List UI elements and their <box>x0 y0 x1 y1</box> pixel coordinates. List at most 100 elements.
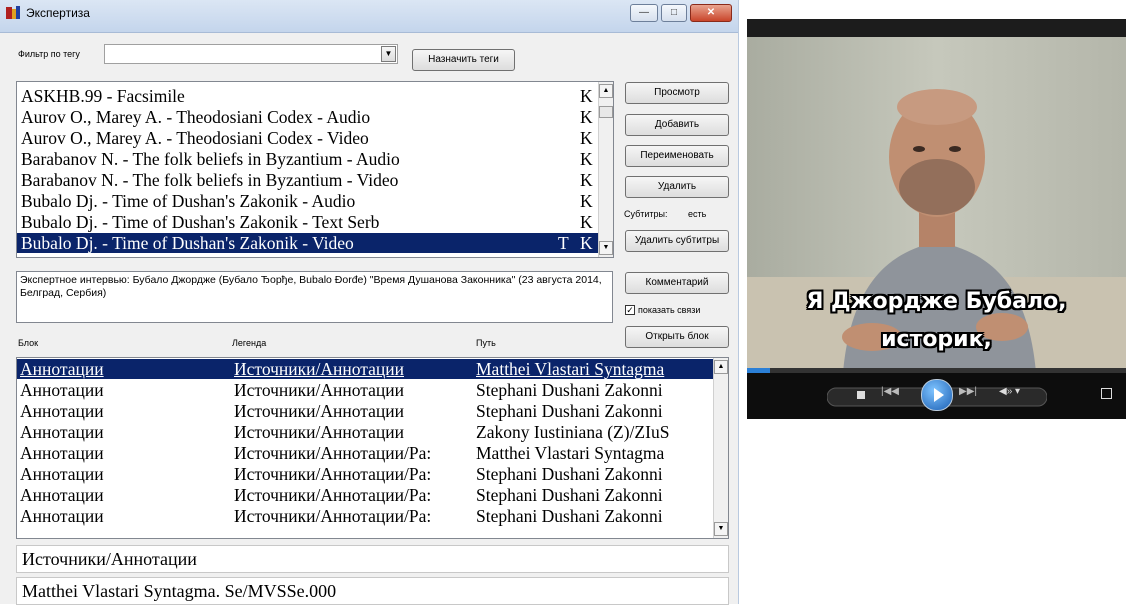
filter-label: Фильтр по тегу <box>18 49 80 59</box>
material-flag-k: K <box>580 107 593 127</box>
material-flag-k: K <box>580 149 593 169</box>
cell-legend: Источники/Аннотации/Ра: <box>234 506 432 526</box>
cell-block: Аннотации <box>20 443 104 463</box>
materials-scrollbar[interactable]: ▲ ▼ <box>598 82 613 257</box>
column-header-legend[interactable]: Легенда <box>232 338 266 348</box>
cell-path: Matthei Vlastari Syntagma <box>476 359 665 379</box>
list-item[interactable]: Aurov O., Marey A. - Theodosiani Codex -… <box>17 128 613 148</box>
next-icon[interactable]: ▶▶| <box>959 386 977 397</box>
scroll-up-icon[interactable]: ▲ <box>714 360 728 374</box>
player-controls: |◀◀ ▶▶| ◀» ▾ <box>747 368 1126 419</box>
material-name: ASKHB.99 - Facsimile <box>21 86 185 106</box>
play-button[interactable] <box>921 379 953 411</box>
stop-icon[interactable] <box>857 391 865 399</box>
column-header-path[interactable]: Путь <box>476 338 496 348</box>
table-row[interactable]: Аннотации Источники/Аннотации Stephani Dus… <box>17 401 714 421</box>
material-flag-k: K <box>580 212 593 232</box>
material-name: Bubalo Dj. - Time of Dushan's Zakonik - … <box>21 233 354 253</box>
cell-block: Аннотации <box>20 506 104 526</box>
cell-block: Аннотации <box>20 401 104 421</box>
chevron-down-icon[interactable]: ▼ <box>381 46 396 62</box>
list-item[interactable]: Barabanov N. - The folk beliefs in Byzan… <box>17 149 613 169</box>
material-name: Bubalo Dj. - Time of Dushan's Zakonik - … <box>21 212 380 232</box>
material-flag-k: K <box>580 170 593 190</box>
close-button[interactable]: ✕ <box>690 4 732 22</box>
list-item[interactable]: Bubalo Dj. - Time of Dushan's Zakonik - … <box>17 212 613 232</box>
rename-button[interactable]: Переименовать <box>625 145 729 167</box>
table-row[interactable]: Аннотации Источники/Аннотации Stephani Dus… <box>17 380 714 400</box>
app-icon <box>6 6 20 19</box>
cell-legend: Источники/Аннотации/Ра: <box>234 485 432 505</box>
list-item[interactable]: Aurov O., Marey A. - Theodosiani Codex -… <box>17 107 613 127</box>
cell-legend: Источники/Аннотации/Ра: <box>234 464 432 484</box>
cell-path: Zakony Iustiniana (Z)/ZIuS <box>476 422 670 442</box>
cell-legend: Источники/Аннотации <box>234 422 404 442</box>
list-item[interactable]: ASKHB.99 - Facsimile K <box>17 86 613 106</box>
cell-path: Stephani Dushani Zakonni <box>476 401 663 421</box>
scroll-up-icon[interactable]: ▲ <box>599 84 613 98</box>
list-item[interactable]: Bubalo Dj. - Time of Dushan's Zakonik - … <box>17 191 613 211</box>
video-player[interactable]: Я Джордже Бубало, историк, |◀◀ ▶▶| ◀» ▾ <box>747 19 1126 419</box>
material-flag-k: K <box>580 86 593 106</box>
delete-button[interactable]: Удалить <box>625 176 729 198</box>
subtitles-label: Субтитры: <box>624 209 668 219</box>
seek-progress <box>747 368 770 373</box>
material-name: Barabanov N. - The folk beliefs in Byzan… <box>21 170 399 190</box>
scroll-thumb[interactable] <box>599 106 613 118</box>
material-name: Aurov O., Marey A. - Theodosiani Codex -… <box>21 128 369 148</box>
window-title: Экспертиза <box>26 6 90 20</box>
cell-block: Аннотации <box>20 359 104 379</box>
table-row[interactable]: Аннотации Источники/Аннотации/Ра: Stephani… <box>17 506 714 526</box>
add-button[interactable]: Добавить <box>625 114 729 136</box>
material-flag-t: T <box>558 233 569 253</box>
show-links-checkbox[interactable]: ✓ <box>625 305 635 315</box>
material-flag-k: K <box>580 191 593 211</box>
table-row[interactable]: Аннотации Источники/Аннотации Zakony Iusti… <box>17 422 714 442</box>
scroll-down-icon[interactable]: ▼ <box>714 522 728 536</box>
list-item[interactable]: Barabanov N. - The folk beliefs in Byzan… <box>17 170 613 190</box>
cell-legend: Источники/Аннотации <box>234 359 404 379</box>
table-row[interactable]: Аннотации Источники/Аннотации/Ра: Matthei … <box>17 443 714 463</box>
material-name: Barabanov N. - The folk beliefs in Byzan… <box>21 149 400 169</box>
expertise-window: Экспертиза — □ ✕ Фильтр по тегу ▼ Назнач… <box>0 0 739 605</box>
assign-tags-button[interactable]: Назначить теги <box>412 49 515 71</box>
cell-path: Stephani Dushani Zakonni <box>476 485 663 505</box>
cell-block: Аннотации <box>20 485 104 505</box>
cell-path: Stephani Dushani Zakonni <box>476 380 663 400</box>
list-item[interactable]: Bubalo Dj. - Time of Dushan's Zakonik - … <box>17 233 613 253</box>
volume-icon[interactable]: ◀» ▾ <box>999 386 1020 397</box>
material-name: Bubalo Dj. - Time of Dushan's Zakonik - … <box>21 191 356 211</box>
links-grid[interactable]: Аннотации Источники/Аннотации Matthei Vlas… <box>16 357 729 539</box>
maximize-button[interactable]: □ <box>661 4 687 22</box>
material-name: Aurov O., Marey A. - Theodosiani Codex -… <box>21 107 371 127</box>
column-header-block[interactable]: Блок <box>18 338 38 348</box>
description-box[interactable]: Экспертное интервью: Бубало Джордже (Буб… <box>16 271 613 323</box>
minimize-button[interactable]: — <box>630 4 658 22</box>
cell-path: Stephani Dushani Zakonni <box>476 506 663 526</box>
table-row[interactable]: Аннотации Источники/Аннотации/Ра: Stephani… <box>17 485 714 505</box>
fullscreen-icon[interactable] <box>1101 388 1112 399</box>
delete-subtitles-button[interactable]: Удалить субтитры <box>625 230 729 252</box>
seek-bar[interactable] <box>747 368 1126 373</box>
subtitle-line-1: Я Джордже Бубало, <box>806 289 1067 314</box>
open-block-button[interactable]: Открыть блок <box>625 326 729 348</box>
view-button[interactable]: Просмотр <box>625 82 729 104</box>
materials-list[interactable]: ASKHB.99 - Facsimile K Aurov O., Marey A. … <box>16 81 614 258</box>
cell-legend: Источники/Аннотации <box>234 380 404 400</box>
scroll-down-icon[interactable]: ▼ <box>599 241 613 255</box>
cell-block: Аннотации <box>20 380 104 400</box>
title-bar[interactable]: Экспертиза — □ ✕ <box>0 0 738 33</box>
previous-icon[interactable]: |◀◀ <box>881 386 899 397</box>
subtitles-status: есть <box>688 209 707 219</box>
material-flag-k: K <box>580 233 593 253</box>
grid-scrollbar[interactable]: ▲ ▼ <box>713 358 728 538</box>
cell-block: Аннотации <box>20 464 104 484</box>
comment-button[interactable]: Комментарий <box>625 272 729 294</box>
cell-path: Stephani Dushani Zakonni <box>476 464 663 484</box>
path-field[interactable]: Matthei Vlastari Syntagma. Se/MVSSe.000 <box>16 577 729 605</box>
legend-field[interactable]: Источники/Аннотации <box>16 545 729 573</box>
table-row[interactable]: Аннотации Источники/Аннотации/Ра: Stephani… <box>17 464 714 484</box>
cell-legend: Источники/Аннотации/Ра: <box>234 443 432 463</box>
table-row[interactable]: Аннотации Источники/Аннотации Matthei Vlas… <box>17 359 714 379</box>
tag-filter-combo[interactable]: ▼ <box>104 44 398 64</box>
